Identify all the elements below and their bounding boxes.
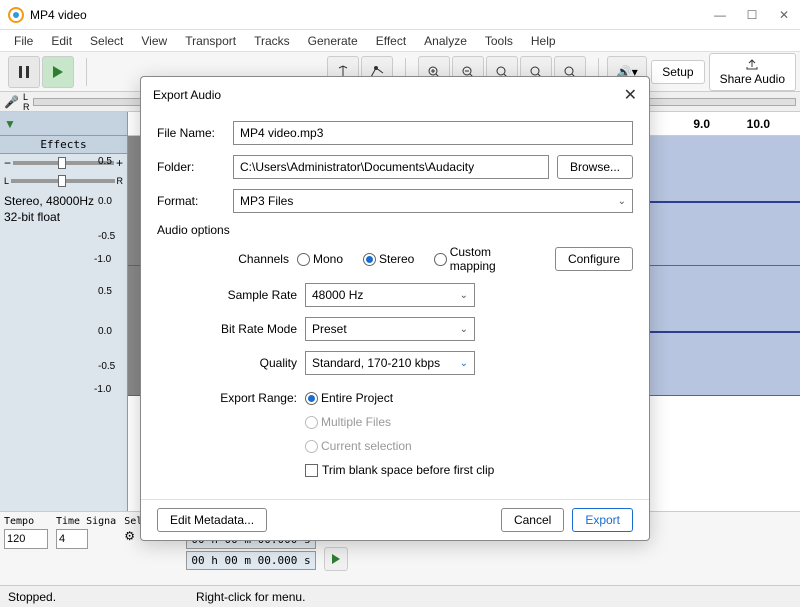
mic-icon: 🎤 xyxy=(4,95,19,109)
ruler-tick: 9.0 xyxy=(693,117,710,131)
browse-button[interactable]: Browse... xyxy=(557,155,633,179)
chevron-down-icon: ⌄ xyxy=(460,324,468,335)
menu-generate[interactable]: Generate xyxy=(300,32,366,50)
quality-select[interactable]: Standard, 170-210 kbps⌄ xyxy=(305,351,475,375)
menubar: File Edit Select View Transport Tracks G… xyxy=(0,30,800,52)
format-label: Format: xyxy=(157,194,225,208)
ruler-tick: 10.0 xyxy=(747,117,770,131)
dialog-title: Export Audio xyxy=(153,88,624,102)
status-right: Right-click for menu. xyxy=(196,590,305,604)
minimize-button[interactable]: — xyxy=(712,7,728,23)
audio-options-label: Audio options xyxy=(157,223,633,237)
export-audio-dialog: Export Audio ✕ File Name: Folder: Browse… xyxy=(140,76,650,541)
folder-label: Folder: xyxy=(157,160,225,174)
configure-button[interactable]: Configure xyxy=(555,247,633,271)
menu-file[interactable]: File xyxy=(6,32,41,50)
loop-play-button[interactable] xyxy=(324,547,348,571)
tempo-label: Tempo xyxy=(4,516,48,527)
close-button[interactable]: ✕ xyxy=(776,7,792,23)
tempo-input[interactable] xyxy=(4,529,48,549)
share-icon xyxy=(745,58,759,70)
bitrate-mode-label: Bit Rate Mode xyxy=(157,322,297,336)
titlebar: MP4 video — ☐ ✕ xyxy=(0,0,800,30)
sample-rate-select[interactable]: 48000 Hz⌄ xyxy=(305,283,475,307)
gain-plus-icon: + xyxy=(116,156,123,170)
channel-custom-radio[interactable]: Custom mapping xyxy=(434,245,535,273)
app-logo-icon xyxy=(8,7,24,23)
menu-transport[interactable]: Transport xyxy=(177,32,244,50)
channel-mono-radio[interactable]: Mono xyxy=(297,252,343,266)
quality-label: Quality xyxy=(157,356,297,370)
audio-setup-button[interactable]: Setup xyxy=(651,60,704,84)
play-button[interactable] xyxy=(42,56,74,88)
pause-button[interactable] xyxy=(8,56,40,88)
range-current-radio[interactable]: Current selection xyxy=(305,439,412,453)
chevron-down-icon: ⌄ xyxy=(460,358,468,369)
channels-label: Channels xyxy=(157,252,289,266)
pan-left-label: L xyxy=(4,176,9,186)
timesig-label: Time Signa xyxy=(56,516,116,527)
menu-tools[interactable]: Tools xyxy=(477,32,521,50)
trim-checkbox[interactable]: Trim blank space before first clip xyxy=(305,463,494,477)
export-range-label: Export Range: xyxy=(157,391,297,405)
menu-select[interactable]: Select xyxy=(82,32,131,50)
statusbar: Stopped. Right-click for menu. xyxy=(0,585,800,607)
menu-edit[interactable]: Edit xyxy=(43,32,80,50)
status-left: Stopped. xyxy=(8,590,56,604)
range-multiple-radio[interactable]: Multiple Files xyxy=(305,415,391,429)
menu-effect[interactable]: Effect xyxy=(368,32,414,50)
export-button[interactable]: Export xyxy=(572,508,633,532)
menu-help[interactable]: Help xyxy=(523,32,564,50)
pan-slider[interactable] xyxy=(11,179,114,183)
timesig-input[interactable] xyxy=(56,529,88,549)
menu-view[interactable]: View xyxy=(133,32,175,50)
effects-header[interactable]: Effects xyxy=(0,136,127,154)
pan-right-label: R xyxy=(117,176,124,186)
range-entire-radio[interactable]: Entire Project xyxy=(305,391,393,405)
edit-metadata-button[interactable]: Edit Metadata... xyxy=(157,508,267,532)
meter-lr-label: LR xyxy=(23,92,30,112)
share-audio-button[interactable]: Share Audio xyxy=(709,53,796,91)
cancel-button[interactable]: Cancel xyxy=(501,508,564,532)
filename-input[interactable] xyxy=(233,121,633,145)
bitrate-mode-select[interactable]: Preset⌄ xyxy=(305,317,475,341)
dialog-close-button[interactable]: ✕ xyxy=(624,85,637,105)
window-title: MP4 video xyxy=(30,8,712,22)
menu-tracks[interactable]: Tracks xyxy=(246,32,298,50)
menu-analyze[interactable]: Analyze xyxy=(416,32,475,50)
selection-end-timecode[interactable]: 00 h 00 m 00.000 s xyxy=(186,551,315,570)
track-collapse-icon[interactable]: ▼ xyxy=(4,117,16,131)
channel-stereo-radio[interactable]: Stereo xyxy=(363,252,414,266)
format-select[interactable]: MP3 Files⌄ xyxy=(233,189,633,213)
sample-rate-label: Sample Rate xyxy=(157,288,297,302)
maximize-button[interactable]: ☐ xyxy=(744,7,760,23)
folder-input[interactable] xyxy=(233,155,549,179)
filename-label: File Name: xyxy=(157,126,225,140)
gain-minus-icon: − xyxy=(4,156,11,170)
chevron-down-icon: ⌄ xyxy=(460,290,468,301)
chevron-down-icon: ⌄ xyxy=(618,196,626,207)
